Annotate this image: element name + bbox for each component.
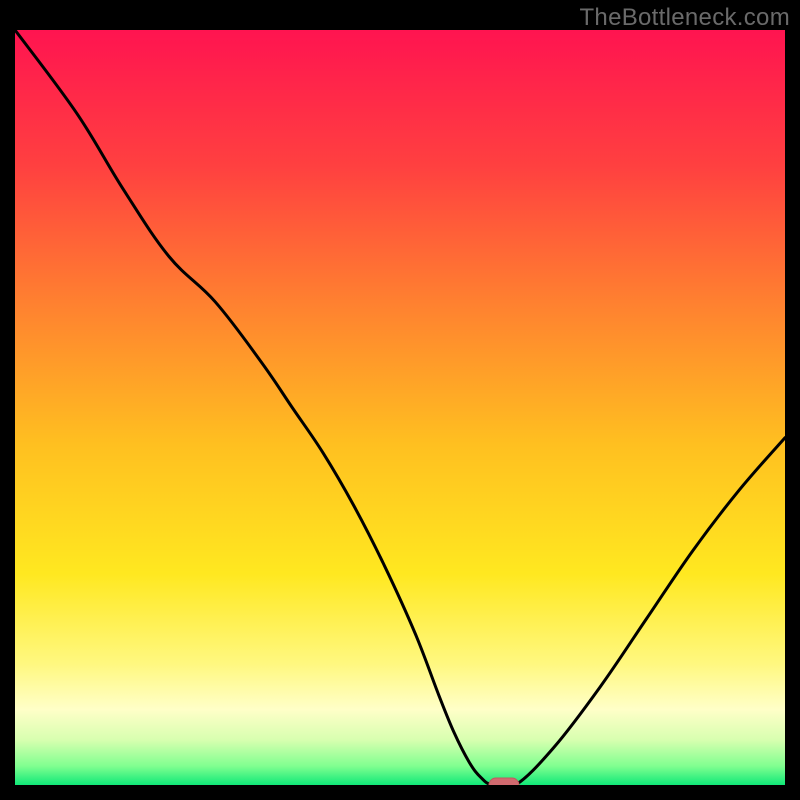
chart-frame: TheBottleneck.com	[0, 0, 800, 800]
optimal-marker	[489, 778, 519, 785]
plot-area	[15, 30, 785, 785]
gradient-background	[15, 30, 785, 785]
bottleneck-chart	[15, 30, 785, 785]
watermark-text: TheBottleneck.com	[579, 4, 790, 32]
